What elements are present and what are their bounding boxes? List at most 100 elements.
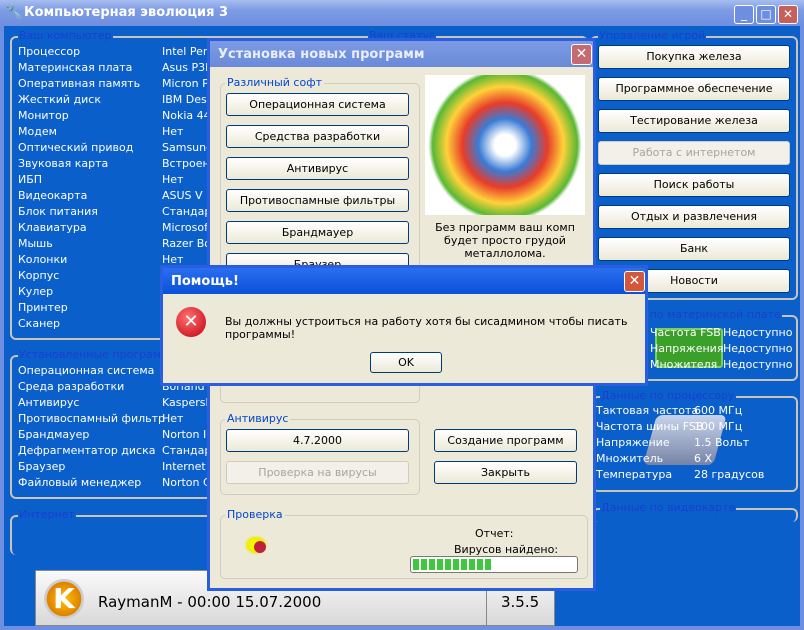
- row-value: IBM Des: [162, 93, 207, 106]
- game-control-button[interactable]: Тестирование железа: [598, 109, 790, 133]
- row-label: Температура: [596, 468, 673, 481]
- group-title: Ваш компьютер: [18, 29, 113, 42]
- game-control-button[interactable]: Отдых и развлечения: [598, 205, 790, 229]
- row-label: Среда разработки: [18, 380, 125, 393]
- row-label: Дефрагментатор диска: [18, 444, 156, 457]
- row-label: Операционная система: [18, 364, 155, 377]
- caption: Без программ ваш комп будет просто грудо…: [435, 221, 575, 260]
- row-label: Звуковая карта: [18, 157, 109, 170]
- row-value: Asus P3E: [162, 61, 213, 74]
- software-button[interactable]: Противоспамные фильтры: [226, 189, 409, 212]
- row-label: Частота шины FSB: [596, 420, 704, 433]
- group-title: Различный софт: [225, 76, 325, 89]
- row-value: Norton C: [162, 476, 211, 489]
- row-value: Micron P: [162, 77, 209, 90]
- group-title: Данные по видеокарте: [600, 501, 737, 514]
- scan-viruses-button[interactable]: Проверка на вирусы: [226, 461, 409, 484]
- group-title: Проверка: [225, 508, 285, 521]
- title-bar: 🔧 Компьютерная эволюция 3: [0, 0, 804, 26]
- row-label: Клавиатура: [18, 221, 87, 234]
- row-label: Множитель: [596, 452, 664, 465]
- help-message: Вы должны устроиться на работу хотя бы с…: [225, 315, 628, 341]
- status-text: RaymanM - 00:00 15.07.2000: [98, 593, 322, 611]
- game-control-button[interactable]: Покупка железа: [598, 45, 790, 69]
- row-label: Кулер: [18, 285, 54, 298]
- row-label: Напряжения: [650, 342, 724, 355]
- row-value: Недоступно: [723, 342, 793, 355]
- row-label: Тактовая частота: [596, 404, 699, 417]
- scan-progress-bar: [410, 556, 578, 573]
- kde-logo-icon: K: [44, 579, 84, 619]
- ok-button[interactable]: OK: [370, 352, 442, 373]
- minimize-button[interactable]: _: [734, 5, 754, 24]
- help-close-button[interactable]: ✕: [624, 271, 645, 292]
- row-label: Браузер: [18, 460, 66, 473]
- row-label: Модем: [18, 125, 57, 138]
- install-close-button[interactable]: ✕: [571, 44, 592, 65]
- row-value: Kaspersk: [162, 396, 212, 409]
- row-value: 28 градусов: [694, 468, 765, 481]
- row-label: Антивирус: [18, 396, 80, 409]
- row-value: Недоступно: [723, 326, 793, 339]
- software-button[interactable]: Операционная система: [226, 93, 409, 116]
- game-control-button[interactable]: Банк: [598, 237, 790, 261]
- row-label: Напряжение: [596, 436, 670, 449]
- row-value: 6 X: [694, 452, 713, 465]
- game-control-button[interactable]: Программное обеспечение: [598, 77, 790, 101]
- install-dialog-title: Установка новых программ: [210, 41, 593, 67]
- group-title: Данные по процессору: [600, 389, 736, 402]
- row-label: Процессор: [18, 45, 81, 58]
- row-value: Нет: [162, 125, 184, 138]
- row-label: Колонки: [18, 253, 68, 266]
- row-value: 600 МГц: [694, 404, 743, 417]
- row-value: Razer Bo: [162, 237, 211, 250]
- row-label: Файловый менеджер: [18, 476, 142, 489]
- close-button[interactable]: ✕: [778, 5, 798, 24]
- row-label: Материнская плата: [18, 61, 133, 74]
- row-value: Недоступно: [723, 358, 793, 371]
- software-button[interactable]: Брандмауер: [226, 221, 409, 244]
- window-title: Компьютерная эволюция 3: [24, 5, 228, 20]
- software-button[interactable]: Средства разработки: [226, 125, 409, 148]
- row-value: Internet: [162, 460, 206, 473]
- report-label: Отчет:: [475, 527, 514, 540]
- row-value: Нет: [162, 412, 184, 425]
- create-programs-button[interactable]: Создание программ: [434, 429, 577, 452]
- row-value: Nokia 44: [162, 109, 211, 122]
- flashlight-icon: [244, 535, 268, 555]
- row-label: Принтер: [18, 301, 68, 314]
- row-value: Norton I: [162, 428, 207, 441]
- viruses-found-label: Вирусов найдено:: [454, 543, 559, 556]
- row-value: Microsof: [162, 221, 208, 234]
- antivirus-version-button[interactable]: 4.7.2000: [226, 429, 409, 452]
- row-value: Нет: [162, 173, 184, 186]
- row-label: Сканер: [18, 317, 61, 330]
- row-label: Противоспамный фильтр: [18, 412, 166, 425]
- row-label: Корпус: [18, 269, 60, 282]
- help-dialog: Помощь! ✕ ✕ Вы должны устроиться на рабо…: [160, 265, 648, 386]
- row-value: Samsung: [162, 141, 214, 154]
- row-label: Блок питания: [18, 205, 98, 218]
- row-label: Оперативная память: [18, 77, 141, 90]
- row-value: 100 МГц: [694, 420, 743, 433]
- row-label: Видеокарта: [18, 189, 88, 202]
- group-title: Установленные программы: [18, 348, 180, 361]
- row-label: Множителя: [650, 358, 718, 371]
- game-control-button[interactable]: Работа с интернетом: [598, 141, 790, 165]
- row-label: Оптический привод: [18, 141, 134, 154]
- software-button[interactable]: Антивирус: [226, 157, 409, 180]
- game-control-button[interactable]: Поиск работы: [598, 173, 790, 197]
- wrench-icon: 🔧: [5, 4, 23, 20]
- maximize-button[interactable]: □: [756, 5, 776, 24]
- row-label: Жесткий диск: [18, 93, 101, 106]
- error-icon: ✕: [176, 307, 206, 337]
- row-label: Частота FSB: [650, 326, 721, 339]
- row-label: ИБП: [18, 173, 43, 186]
- group-title: Антивирус: [225, 412, 291, 425]
- help-dialog-title: Помощь!: [163, 268, 645, 294]
- close-dialog-button[interactable]: Закрыть: [434, 461, 577, 484]
- group-title: Интернет: [18, 508, 76, 521]
- group-title: Управление игрой: [598, 29, 707, 42]
- row-label: Монитор: [18, 109, 69, 122]
- row-label: Мышь: [18, 237, 53, 250]
